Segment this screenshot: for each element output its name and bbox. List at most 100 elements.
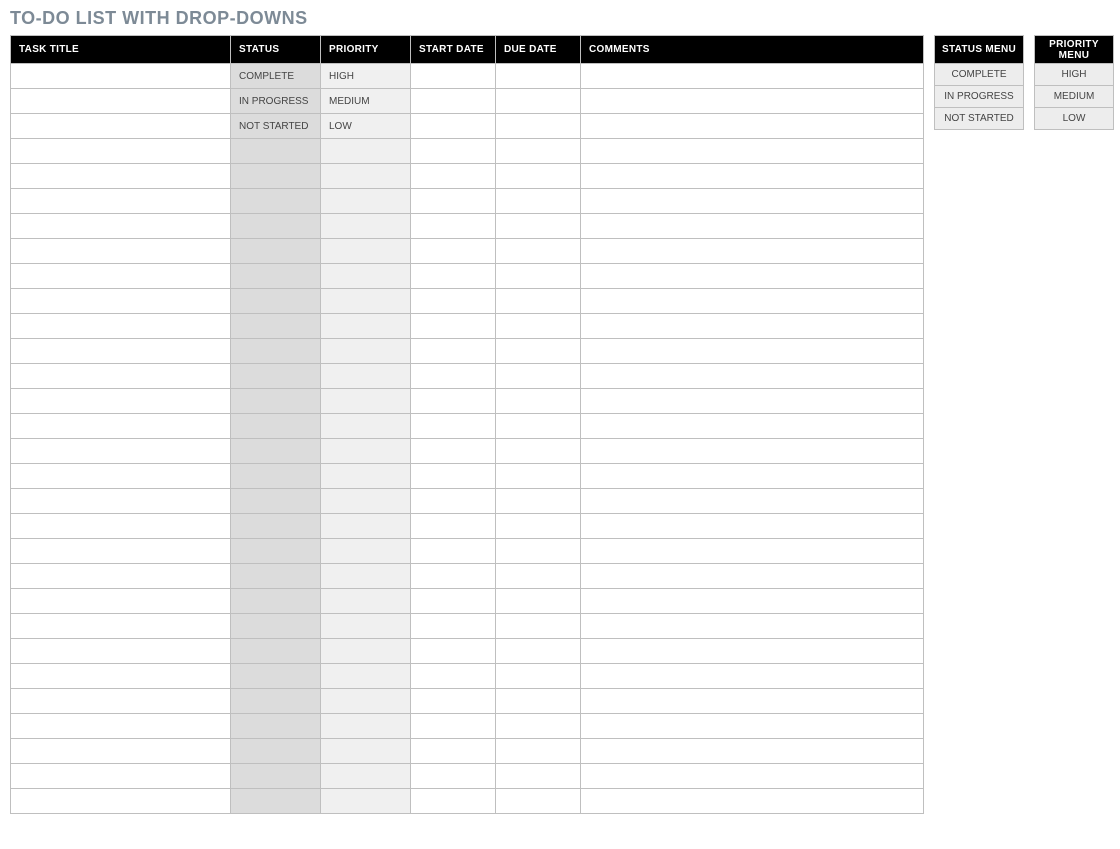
task-title-cell[interactable] [11,764,231,789]
due-date-cell[interactable] [496,664,581,689]
due-date-cell[interactable] [496,439,581,464]
task-title-cell[interactable] [11,139,231,164]
priority-cell[interactable] [321,389,411,414]
status-cell[interactable] [231,214,321,239]
priority-cell[interactable] [321,164,411,189]
status-cell[interactable] [231,589,321,614]
comments-cell[interactable] [581,114,924,139]
priority-cell[interactable] [321,789,411,814]
status-cell[interactable] [231,664,321,689]
status-cell[interactable] [231,414,321,439]
priority-cell[interactable] [321,514,411,539]
priority-cell[interactable]: MEDIUM [321,89,411,114]
status-cell[interactable] [231,389,321,414]
comments-cell[interactable] [581,64,924,89]
task-title-cell[interactable] [11,464,231,489]
start-date-cell[interactable] [411,64,496,89]
status-cell[interactable]: NOT STARTED [231,114,321,139]
priority-cell[interactable] [321,214,411,239]
priority-cell[interactable] [321,464,411,489]
task-title-cell[interactable] [11,489,231,514]
comments-cell[interactable] [581,414,924,439]
priority-cell[interactable] [321,139,411,164]
start-date-cell[interactable] [411,639,496,664]
start-date-cell[interactable] [411,664,496,689]
task-title-cell[interactable] [11,239,231,264]
priority-cell[interactable] [321,239,411,264]
due-date-cell[interactable] [496,114,581,139]
start-date-cell[interactable] [411,514,496,539]
priority-cell[interactable] [321,439,411,464]
start-date-cell[interactable] [411,239,496,264]
status-cell[interactable] [231,689,321,714]
task-title-cell[interactable] [11,314,231,339]
start-date-cell[interactable] [411,764,496,789]
due-date-cell[interactable] [496,189,581,214]
comments-cell[interactable] [581,739,924,764]
status-cell[interactable] [231,239,321,264]
start-date-cell[interactable] [411,214,496,239]
status-cell[interactable] [231,514,321,539]
status-cell[interactable]: COMPLETE [231,64,321,89]
comments-cell[interactable] [581,614,924,639]
priority-cell[interactable] [321,489,411,514]
priority-cell[interactable] [321,539,411,564]
priority-cell[interactable] [321,189,411,214]
start-date-cell[interactable] [411,564,496,589]
due-date-cell[interactable] [496,639,581,664]
status-cell[interactable] [231,289,321,314]
due-date-cell[interactable] [496,464,581,489]
due-date-cell[interactable] [496,564,581,589]
priority-cell[interactable] [321,739,411,764]
comments-cell[interactable] [581,189,924,214]
task-title-cell[interactable] [11,64,231,89]
due-date-cell[interactable] [496,414,581,439]
start-date-cell[interactable] [411,489,496,514]
due-date-cell[interactable] [496,164,581,189]
start-date-cell[interactable] [411,264,496,289]
status-cell[interactable] [231,364,321,389]
comments-cell[interactable] [581,764,924,789]
start-date-cell[interactable] [411,739,496,764]
priority-menu-item[interactable]: LOW [1035,108,1114,130]
task-title-cell[interactable] [11,739,231,764]
status-cell[interactable] [231,539,321,564]
status-cell[interactable] [231,614,321,639]
task-title-cell[interactable] [11,189,231,214]
comments-cell[interactable] [581,139,924,164]
task-title-cell[interactable] [11,439,231,464]
due-date-cell[interactable] [496,314,581,339]
comments-cell[interactable] [581,314,924,339]
start-date-cell[interactable] [411,614,496,639]
priority-cell[interactable] [321,264,411,289]
comments-cell[interactable] [581,239,924,264]
due-date-cell[interactable] [496,89,581,114]
start-date-cell[interactable] [411,789,496,814]
start-date-cell[interactable] [411,114,496,139]
comments-cell[interactable] [581,264,924,289]
due-date-cell[interactable] [496,539,581,564]
comments-cell[interactable] [581,539,924,564]
task-title-cell[interactable] [11,389,231,414]
status-cell[interactable] [231,489,321,514]
start-date-cell[interactable] [411,339,496,364]
comments-cell[interactable] [581,714,924,739]
comments-cell[interactable] [581,589,924,614]
comments-cell[interactable] [581,689,924,714]
start-date-cell[interactable] [411,689,496,714]
due-date-cell[interactable] [496,139,581,164]
due-date-cell[interactable] [496,514,581,539]
task-title-cell[interactable] [11,89,231,114]
task-title-cell[interactable] [11,689,231,714]
status-cell[interactable] [231,714,321,739]
due-date-cell[interactable] [496,739,581,764]
priority-cell[interactable] [321,639,411,664]
comments-cell[interactable] [581,164,924,189]
start-date-cell[interactable] [411,89,496,114]
start-date-cell[interactable] [411,389,496,414]
priority-cell[interactable] [321,714,411,739]
due-date-cell[interactable] [496,364,581,389]
status-cell[interactable] [231,639,321,664]
task-title-cell[interactable] [11,639,231,664]
status-menu-item[interactable]: NOT STARTED [935,108,1024,130]
